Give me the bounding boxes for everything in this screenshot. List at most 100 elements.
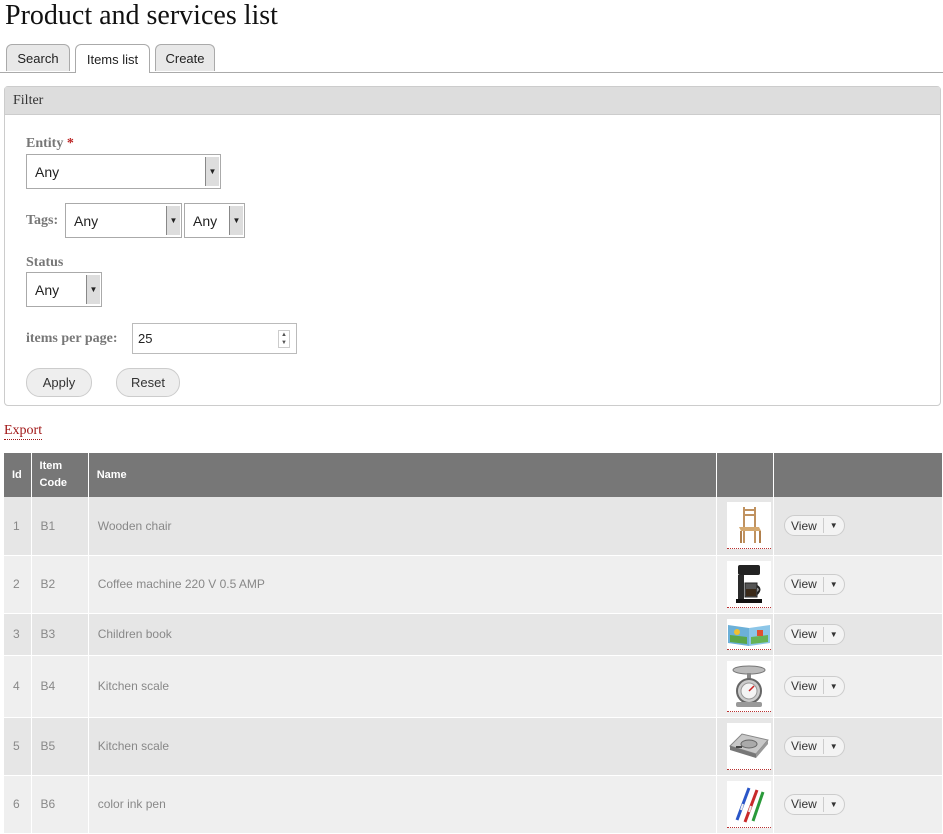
status-select[interactable]: Any ▼ <box>26 272 102 307</box>
view-button-divider <box>822 678 824 694</box>
row-image-cell <box>716 717 775 776</box>
filter-title: Filter <box>5 87 940 115</box>
chair-thumbnail-icon[interactable] <box>726 502 771 550</box>
row-name: Kitchen scale <box>88 717 717 776</box>
view-button[interactable]: View ▼ <box>784 675 845 697</box>
tab-bar: Search Items list Create <box>0 44 943 73</box>
view-button[interactable]: View ▼ <box>784 515 845 537</box>
row-code: B1 <box>31 497 89 556</box>
view-button-label: View <box>791 627 817 641</box>
table-row: 6 B6 color ink pen View ▼ <box>4 775 942 834</box>
column-header-name[interactable]: Name <box>88 453 717 497</box>
row-id: 1 <box>4 497 32 556</box>
entity-select[interactable]: Any ▼ <box>26 154 221 189</box>
view-button-divider <box>822 738 824 754</box>
table-row: 4 B4 Kitchen scale View ▼ <box>4 655 942 718</box>
view-button-label: View <box>791 679 817 693</box>
row-id: 2 <box>4 555 32 614</box>
row-actions: View ▼ <box>773 555 942 614</box>
row-id: 5 <box>4 717 32 776</box>
tab-create[interactable]: Create <box>155 44 215 71</box>
row-name: color ink pen <box>88 775 717 834</box>
digital-scale-thumbnail-icon[interactable] <box>726 722 771 770</box>
view-button[interactable]: View ▼ <box>784 623 845 645</box>
table-row: 3 B3 Children book View ▼ <box>4 613 942 656</box>
items-table: Id Item Code Name 1 B1 Wooden chair View… <box>4 453 942 834</box>
view-button[interactable]: View ▼ <box>784 793 845 815</box>
entity-label: Entity * <box>26 136 74 152</box>
row-code: B5 <box>31 717 89 776</box>
status-select-value: Any <box>35 281 60 298</box>
row-actions: View ▼ <box>773 613 942 656</box>
view-button-divider <box>822 796 824 812</box>
column-header-id[interactable]: Id <box>4 453 32 497</box>
book-thumbnail-icon[interactable] <box>726 618 771 650</box>
pens-thumbnail-icon[interactable] <box>726 780 771 828</box>
caret-down-icon[interactable]: ▼ <box>830 682 838 691</box>
table-row: 2 B2 Coffee machine 220 V 0.5 AMP View ▼ <box>4 555 942 614</box>
tags-select-primary-value: Any <box>74 212 99 229</box>
filter-panel: Filter Entity * Any ▼ Tags: Any ▼ Any ▼ … <box>4 86 941 406</box>
tab-search[interactable]: Search <box>6 44 70 71</box>
row-name: Coffee machine 220 V 0.5 AMP <box>88 555 717 614</box>
reset-button[interactable]: Reset <box>116 368 180 397</box>
view-button-divider <box>822 626 824 642</box>
row-image-cell <box>716 613 775 656</box>
caret-down-icon[interactable]: ▼ <box>830 580 838 589</box>
row-image-cell <box>716 497 775 556</box>
row-code: B3 <box>31 613 89 656</box>
coffee-machine-thumbnail-icon[interactable] <box>726 560 771 608</box>
row-actions: View ▼ <box>773 775 942 834</box>
table-row: 1 B1 Wooden chair View ▼ <box>4 497 942 556</box>
items-per-page-value: 25 <box>138 331 153 346</box>
chevron-down-icon: ▼ <box>166 206 180 235</box>
chevron-down-icon: ▼ <box>205 157 219 186</box>
view-button-label: View <box>791 518 817 533</box>
caret-down-icon[interactable]: ▼ <box>830 521 838 530</box>
row-actions: View ▼ <box>773 717 942 776</box>
entity-select-value: Any <box>35 163 60 180</box>
view-button-label: View <box>791 577 817 591</box>
row-id: 3 <box>4 613 32 656</box>
view-button[interactable]: View ▼ <box>784 573 845 595</box>
column-header-item-code[interactable]: Item Code <box>31 453 89 497</box>
caret-down-icon[interactable]: ▼ <box>830 742 838 751</box>
export-link[interactable]: Export <box>4 422 43 440</box>
table-header-row: Id Item Code Name <box>4 453 942 497</box>
row-actions: View ▼ <box>773 497 942 556</box>
chevron-down-icon: ▼ <box>86 275 100 304</box>
column-header-actions <box>773 453 942 497</box>
row-image-cell <box>716 555 775 614</box>
page-title: Product and services list <box>5 0 278 31</box>
items-per-page-input[interactable]: 25 ▲ ▼ <box>132 323 297 354</box>
column-header-image <box>716 453 775 497</box>
view-button[interactable]: View ▼ <box>784 735 845 757</box>
tags-label: Tags: <box>26 213 59 228</box>
row-name: Children book <box>88 613 717 656</box>
row-code: B4 <box>31 655 89 718</box>
row-id: 4 <box>4 655 32 718</box>
caret-down-icon[interactable]: ▼ <box>830 800 838 809</box>
apply-button[interactable]: Apply <box>26 368 92 397</box>
view-button-divider <box>822 576 824 592</box>
tags-select-primary[interactable]: Any ▼ <box>65 203 182 238</box>
stepper-arrows-icon[interactable]: ▲ ▼ <box>278 330 290 348</box>
view-button-divider <box>822 518 824 534</box>
row-code: B6 <box>31 775 89 834</box>
view-button-label: View <box>791 739 817 753</box>
column-header-item-code-line2: Code <box>39 477 68 489</box>
row-name: Kitchen scale <box>88 655 717 718</box>
tags-select-secondary[interactable]: Any ▼ <box>184 203 245 238</box>
row-code: B2 <box>31 555 89 614</box>
scale-thumbnail-icon[interactable] <box>726 660 771 712</box>
items-per-page-label: items per page: <box>26 331 118 346</box>
table-row: 5 B5 Kitchen scale View ▼ <box>4 717 942 776</box>
required-marker: * <box>66 136 74 151</box>
row-actions: View ▼ <box>773 655 942 718</box>
tab-items-list[interactable]: Items list <box>75 44 150 73</box>
row-id: 6 <box>4 775 32 834</box>
row-image-cell <box>716 775 775 834</box>
chevron-down-icon: ▼ <box>229 206 243 235</box>
caret-down-icon[interactable]: ▼ <box>830 630 838 639</box>
row-name: Wooden chair <box>88 497 717 556</box>
